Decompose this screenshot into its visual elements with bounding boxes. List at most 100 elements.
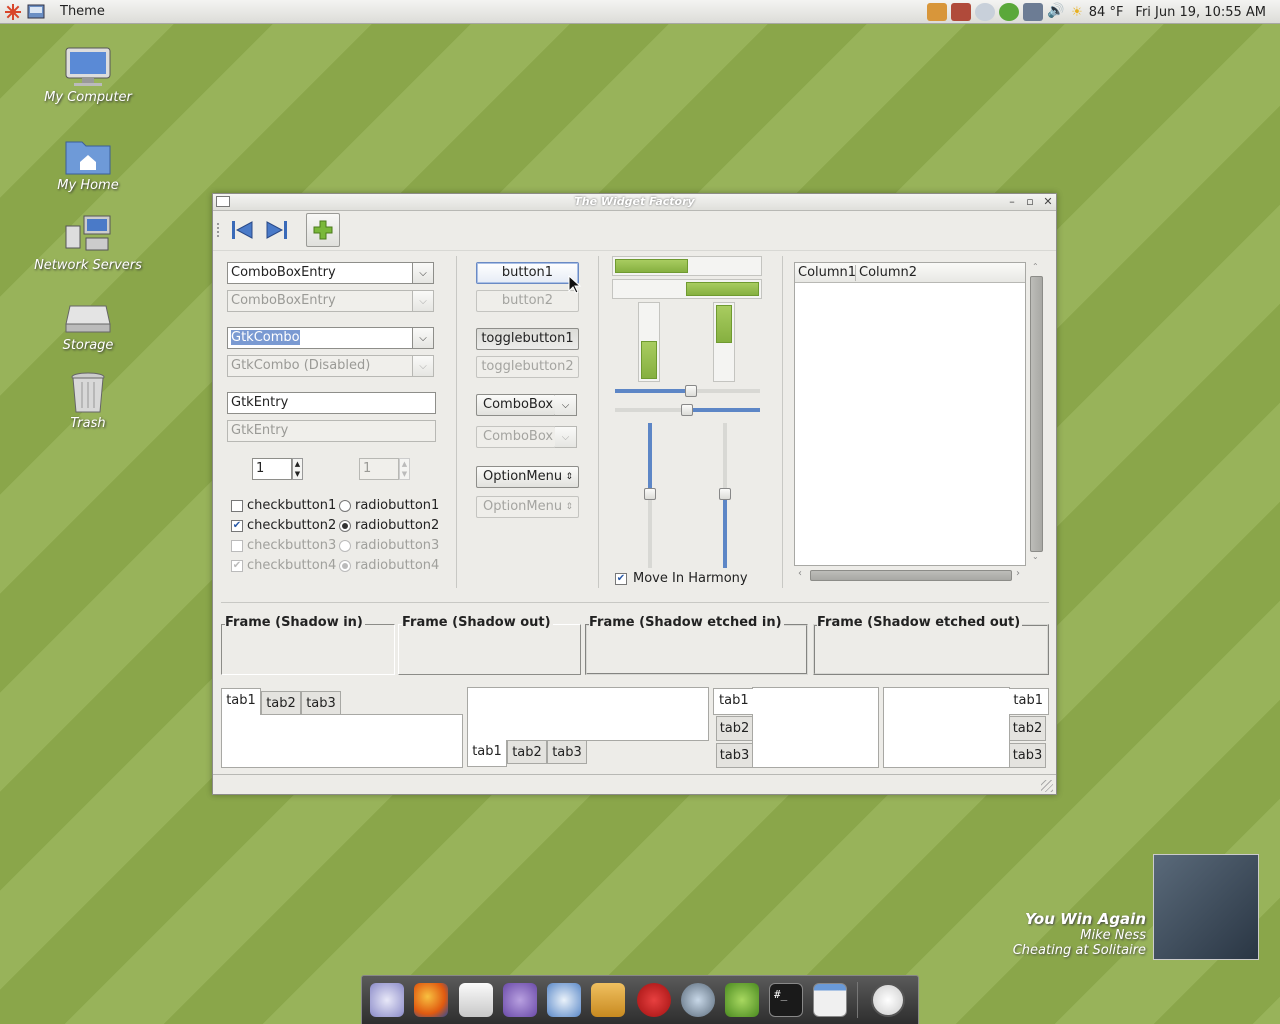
window-titlebar[interactable]: The Widget Factory – ▫ ✕ — [213, 194, 1056, 211]
column-divider[interactable] — [855, 265, 856, 281]
comboboxentry-dropdown[interactable]: ⌵ — [412, 262, 434, 284]
spin-button-arrows[interactable]: ▲ ▼ — [292, 458, 303, 480]
tab-bottom-1[interactable]: tab1 — [467, 740, 507, 767]
volume-icon[interactable]: 🔊 — [1047, 3, 1067, 21]
search-icon[interactable] — [681, 983, 715, 1017]
network-servers-icon — [64, 214, 112, 256]
radiobutton-1-circle[interactable] — [339, 500, 351, 512]
vscale-1-slider[interactable] — [644, 488, 656, 500]
checkbutton-1-box[interactable] — [231, 500, 243, 512]
tab-bottom-3[interactable]: tab3 — [547, 740, 587, 764]
frame-shadow-in-title: Frame (Shadow in) — [225, 615, 365, 630]
button1[interactable]: button1 — [476, 262, 579, 284]
spin-button-input[interactable]: 1 — [252, 458, 292, 480]
close-icon[interactable]: ✕ — [1041, 195, 1055, 209]
theme-menu[interactable]: Theme — [60, 4, 105, 19]
weather-text[interactable]: 84 °F — [1089, 5, 1124, 20]
firefox-icon[interactable] — [414, 983, 448, 1017]
radiobutton-2-circle[interactable] — [339, 520, 351, 532]
package-icon[interactable] — [927, 3, 948, 21]
chart-app-icon[interactable] — [591, 983, 625, 1017]
comboboxentry-input[interactable]: ComboBoxEntry — [227, 262, 413, 284]
horizontal-scrollbar[interactable]: ‹ › — [796, 568, 1026, 582]
tab-left-1[interactable]: tab1 — [713, 688, 753, 715]
column-header-2[interactable]: Column2 — [859, 265, 917, 280]
hscale-1-slider[interactable] — [685, 385, 697, 397]
clock[interactable]: Fri Jun 19, 10:55 AM — [1135, 5, 1266, 20]
mail-icon[interactable] — [459, 983, 493, 1017]
window-icon[interactable] — [813, 983, 847, 1017]
vscale-2-slider[interactable] — [719, 488, 731, 500]
weather-icon[interactable]: ☀ — [1071, 5, 1083, 20]
hard-disk-icon — [64, 294, 112, 336]
spin-button-disabled-input: 1 — [359, 458, 399, 480]
trash-icon — [64, 372, 112, 414]
gtkcombo-input[interactable]: GtkCombo — [227, 327, 413, 349]
column-header-1[interactable]: Column1 — [798, 265, 856, 280]
hscale-2-slider[interactable] — [681, 404, 693, 416]
web-browser-icon[interactable] — [547, 983, 581, 1017]
chevron-up-icon: ▲ — [294, 460, 301, 468]
checkbutton-2-box[interactable]: ✔ — [231, 520, 243, 532]
tab-right-2[interactable]: tab2 — [1009, 716, 1046, 741]
separator — [598, 256, 599, 588]
tab-left-2[interactable]: tab2 — [716, 716, 753, 741]
network-icon[interactable] — [1023, 3, 1044, 21]
software-update-icon[interactable] — [951, 3, 972, 21]
terminal-icon[interactable]: #_ — [769, 983, 803, 1017]
gtkentry-input[interactable]: GtkEntry — [227, 392, 436, 414]
button2: button2 — [476, 290, 579, 312]
resize-grip[interactable] — [1041, 780, 1053, 792]
desktop-icon-my-home[interactable]: My Home — [28, 134, 148, 193]
radiobutton-1-label[interactable]: radiobutton1 — [355, 498, 439, 513]
notebook-right-page — [883, 687, 1010, 768]
leaf-app-icon[interactable] — [725, 983, 759, 1017]
status-icon[interactable] — [999, 3, 1020, 21]
go-first-button[interactable] — [225, 213, 259, 247]
desktop-icon-my-computer[interactable]: My Computer — [28, 46, 148, 105]
radiobutton-2-label[interactable]: radiobutton2 — [355, 518, 439, 533]
maximize-icon[interactable]: ▫ — [1023, 195, 1037, 209]
optionmenu[interactable]: OptionMenu ⇕ — [476, 466, 579, 488]
scrollbar-thumb[interactable] — [1030, 276, 1043, 552]
tab-right-3[interactable]: tab3 — [1009, 743, 1046, 768]
scale-fill — [723, 496, 727, 568]
separator — [221, 602, 1049, 603]
tab-bottom-2[interactable]: tab2 — [507, 740, 547, 764]
vertical-scrollbar[interactable]: ⌃ ⌄ — [1028, 262, 1044, 562]
go-last-button[interactable] — [260, 213, 294, 247]
tab-top-1[interactable]: tab1 — [221, 688, 261, 715]
disc-icon[interactable] — [975, 3, 996, 21]
scroll-left-arrow-icon[interactable]: ‹ — [798, 568, 802, 579]
checkbutton-1-label[interactable]: checkbutton1 — [247, 498, 336, 513]
clock-icon[interactable] — [871, 983, 905, 1017]
settings-gear-icon[interactable] — [370, 983, 404, 1017]
gtkcombo-dropdown[interactable]: ⌵ — [412, 327, 434, 349]
main-menu-icon[interactable] — [3, 3, 23, 21]
desktop-icon-trash[interactable]: Trash — [28, 372, 148, 431]
desktop-icon-storage[interactable]: Storage — [28, 294, 148, 353]
tree-view[interactable]: Column1 Column2 — [794, 262, 1026, 566]
pidgin-icon[interactable] — [503, 983, 537, 1017]
minimize-icon[interactable]: – — [1005, 195, 1019, 209]
combobox[interactable]: ComboBox — [476, 394, 556, 416]
move-in-harmony-checkbox[interactable]: ✔ — [615, 573, 627, 585]
combobox-dropdown[interactable]: ⌵ — [555, 394, 577, 416]
tab-left-3[interactable]: tab3 — [716, 743, 753, 768]
scrollbar-thumb[interactable] — [810, 570, 1012, 581]
scroll-right-arrow-icon[interactable]: › — [1016, 568, 1020, 579]
show-desktop-icon[interactable] — [26, 3, 46, 21]
m-app-icon[interactable] — [637, 983, 671, 1017]
toolbar-handle[interactable] — [217, 223, 220, 237]
scroll-up-arrow-icon[interactable]: ⌃ — [1032, 262, 1039, 271]
desktop-icon-network-servers[interactable]: Network Servers — [28, 214, 148, 273]
dock-separator — [857, 982, 858, 1018]
tab-right-1[interactable]: tab1 — [1009, 688, 1049, 715]
tab-top-3[interactable]: tab3 — [301, 691, 341, 715]
frame-shadow-etched-out — [813, 624, 1049, 675]
add-button[interactable] — [306, 213, 340, 247]
checkbutton-2-label[interactable]: checkbutton2 — [247, 518, 336, 533]
scroll-down-arrow-icon[interactable]: ⌄ — [1032, 552, 1039, 561]
togglebutton1[interactable]: togglebutton1 — [476, 328, 579, 350]
tab-top-2[interactable]: tab2 — [261, 691, 301, 715]
